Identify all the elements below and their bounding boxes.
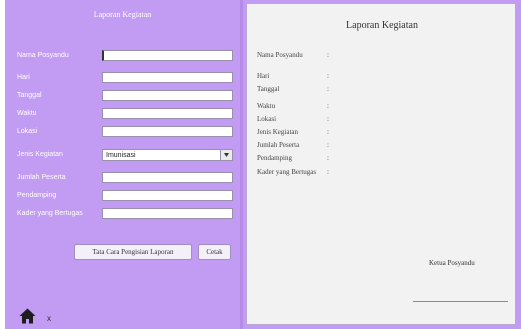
signature-line [413,301,508,302]
field-label: Waktu [17,110,37,117]
report-row-colon: : [327,115,329,123]
pendamping-input[interactable] [102,190,233,201]
report-row-colon: : [327,141,329,149]
report-row-label: Hari [257,72,270,80]
app-window: Laporan Kegiatan Nama Posyandu Hari Tang… [0,0,521,329]
field-label: Nama Posyandu [17,52,69,59]
field-label: Pendamping [17,192,57,199]
report-row-label: Jenis Kegiatan [257,128,299,136]
jenis-kegiatan-select[interactable]: Imunisasi [102,149,233,161]
close-button[interactable]: x [47,314,51,323]
report-row-colon: : [327,168,329,176]
report-row-label: Jumlah Peserta [257,141,300,149]
waktu-input[interactable] [102,108,233,119]
report-row-colon: : [327,154,329,162]
report-row-label: Kader yang Bertugas [257,168,317,176]
field-label: Jumlah Peserta [17,174,66,181]
guide-button[interactable]: Tata Cara Pengisian Laporan [74,244,192,260]
report-row-colon: : [327,72,329,80]
nama-posyandu-input[interactable] [102,50,233,61]
signature-label: Ketua Posyandu [429,259,475,267]
select-dropdown-button[interactable] [220,150,232,160]
report-row-label: Waktu [257,102,276,110]
field-kader: Kader yang Bertugas [17,208,237,220]
report-row-label: Lokasi [257,115,277,123]
report-row-colon: : [327,51,329,59]
report-row-colon: : [327,102,329,110]
report-row-label: Nama Posyandu [257,51,303,59]
field-waktu: Waktu [17,108,237,120]
print-button[interactable]: Cetak [198,244,231,260]
field-tanggal: Tanggal [17,90,237,102]
kader-input[interactable] [102,208,233,219]
field-label: Hari [17,74,30,81]
report-row-colon: : [327,85,329,93]
report-preview: Laporan Kegiatan Nama Posyandu : Hari : … [246,3,516,325]
report-row-label: Pendamping [257,154,292,162]
chevron-down-icon [224,153,229,157]
field-lokasi: Lokasi [17,126,237,138]
field-label: Kader yang Bertugas [17,210,83,217]
report-row-colon: : [327,128,329,136]
field-jumlah-peserta: Jumlah Peserta [17,172,237,184]
form-title: Laporan Kegiatan [93,10,152,19]
field-nama-posyandu: Nama Posyandu [17,50,237,62]
home-icon[interactable] [19,308,36,324]
form-panel: Laporan Kegiatan Nama Posyandu Hari Tang… [5,0,240,329]
field-label: Jenis Kegiatan [17,151,63,158]
report-row-label: Tanggal [257,85,280,93]
lokasi-input[interactable] [102,126,233,137]
jumlah-peserta-input[interactable] [102,172,233,183]
field-jenis-kegiatan: Jenis Kegiatan Imunisasi [17,149,237,161]
tanggal-input[interactable] [102,90,233,101]
field-pendamping: Pendamping [17,190,237,202]
field-hari: Hari [17,72,237,84]
hari-input[interactable] [102,72,233,83]
field-label: Tanggal [17,92,42,99]
report-title: Laporan Kegiatan [346,20,418,31]
select-value: Imunisasi [106,152,136,159]
report-panel: Laporan Kegiatan Nama Posyandu : Hari : … [243,0,521,329]
field-label: Lokasi [17,128,38,135]
